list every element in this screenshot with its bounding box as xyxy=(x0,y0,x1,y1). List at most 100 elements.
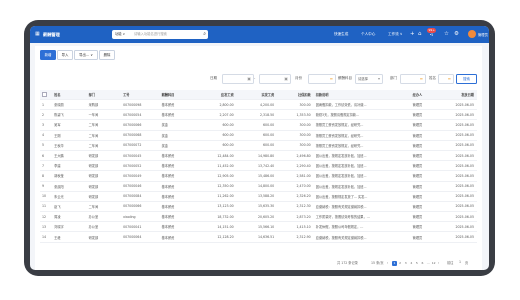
row-index: 5 xyxy=(40,140,53,151)
page-size-select[interactable]: 15 条/页 xyxy=(371,260,384,265)
select-all-checkbox[interactable] xyxy=(40,90,53,100)
checkbox[interactable] xyxy=(42,91,47,97)
table-cell: 007000064 xyxy=(121,231,160,243)
column-header[interactable]: 扣款说明 xyxy=(313,90,381,100)
avatar[interactable] xyxy=(468,30,476,38)
table-cell: 奖金 xyxy=(159,130,199,141)
salary-type-select[interactable]: 请选择 ▾ xyxy=(355,74,383,84)
chevron-down-icon: ▾ xyxy=(377,76,380,81)
table-row[interactable]: 12 周凌 办公室 xiaoling 基本薪资 18,732.00 20,605.20 2,8… xyxy=(40,211,477,223)
table-row[interactable]: 5 王秋华 二车间 007000072 奖金 600.00 600.00 300.00 按照员工… xyxy=(40,140,477,151)
page-number-button[interactable]: 2 xyxy=(398,261,403,266)
table-cell: 研发部 xyxy=(86,170,122,182)
column-header[interactable]: 应发工资 xyxy=(198,90,237,100)
page-number-button[interactable]: 4 xyxy=(409,261,414,266)
page-number-button[interactable]: … xyxy=(426,261,431,266)
table-cell: 13,123.00 xyxy=(198,201,237,213)
table-row[interactable]: 9 张晨阳 研发部 007000046 基本薪资 12,350.00 14,800.00 2,… xyxy=(40,181,477,192)
table-cell: 2,326.20 xyxy=(277,191,314,202)
search-icon[interactable]: ⌕ xyxy=(203,31,206,38)
calendar-icon[interactable]: ▣ xyxy=(284,75,288,83)
column-header[interactable]: 发放日期 xyxy=(425,90,477,100)
new-button[interactable]: 新增 xyxy=(40,50,56,60)
table-cell: 20,605.20 xyxy=(236,211,278,223)
table-row[interactable]: 3 吴军 二车间 007000066 奖金 600.00 600.00 300.00 按照员工薪… xyxy=(40,119,477,131)
search-scope-select[interactable]: 功能 ∨ xyxy=(113,31,127,38)
name-input[interactable]: ≡ xyxy=(438,74,454,84)
workflow-menu[interactable]: 工作流 ∨ xyxy=(388,32,403,37)
calendar-icon[interactable]: ▣ xyxy=(247,75,251,83)
total-records: 共 172 条记录 xyxy=(337,261,358,265)
personal-center-link[interactable]: 个人中心 xyxy=(361,32,375,37)
add-icon[interactable]: + xyxy=(410,30,415,38)
chevron-right-icon[interactable]: › xyxy=(438,261,439,265)
page-number-button[interactable]: 12 xyxy=(431,261,436,266)
export-button[interactable]: 导出… ∨ xyxy=(74,50,98,60)
table-cell: 600.00 xyxy=(236,130,278,141)
row-index: 10 xyxy=(40,191,53,202)
column-header[interactable]: 部门 xyxy=(86,90,122,100)
table-row[interactable]: 11 赵飞 二车间 007000066 基本薪资 13,123.00 15,635.30 2,… xyxy=(40,201,477,213)
table-row[interactable]: 1 张晓丽 采购部 007000098 基本薪资 2,800.00 4,200.00 300.… xyxy=(40,99,477,111)
search-button[interactable]: 搜索 xyxy=(456,74,477,84)
list-icon[interactable]: ≡ xyxy=(330,75,333,83)
list-icon[interactable]: ≡ xyxy=(420,75,423,83)
table-cell: 2025-06-05 xyxy=(425,140,477,151)
page-number-button[interactable]: 3 xyxy=(403,261,408,266)
table-cell: 2,581.00 xyxy=(277,170,314,182)
date-start-input[interactable]: ▣ xyxy=(222,74,254,84)
table-cell: xiaoling xyxy=(121,211,160,223)
table-row[interactable]: 14 王峰 研发部 007000064 基本薪资 12,128.20 14,636.51 2,… xyxy=(40,231,477,243)
table-cell: 300.00 xyxy=(277,119,314,131)
home-icon[interactable]: ⌂ xyxy=(418,30,422,38)
chevron-left-icon[interactable]: ‹ xyxy=(387,261,388,265)
table-row[interactable]: 10 朱云光 研发部 007000084 基本薪资 11,262.00 13,588.20 2… xyxy=(40,191,477,202)
table-cell: 2025-06-05 xyxy=(425,150,477,162)
name-label: 姓名 xyxy=(429,76,436,80)
goto-page-input[interactable]: 1 xyxy=(459,260,461,264)
table-cell: 张晨阳 xyxy=(52,181,87,192)
table-cell: 600.00 xyxy=(236,140,278,151)
column-header[interactable]: 实发工资 xyxy=(236,90,278,100)
table-cell: 600.00 xyxy=(198,140,237,151)
list-icon[interactable]: ≡ xyxy=(448,75,451,83)
date-end-input[interactable]: ▣ xyxy=(259,74,291,84)
row-index: 9 xyxy=(40,181,53,192)
user-name[interactable]: 管理员 xyxy=(478,32,488,37)
table-cell: 一车间 xyxy=(86,109,122,121)
settings-icon[interactable]: ⚙ xyxy=(454,30,459,38)
table-header-row: 姓名 部门 工号 薪酬科目 应发工资 实发工资 社保扣款 扣款说明 经办人 发放… xyxy=(40,90,477,100)
table-cell: 2025-06-05 xyxy=(425,160,477,172)
table-row[interactable]: 4 王刚 二车间 007000068 奖金 600.00 600.00 300.00 按照员工薪… xyxy=(40,130,477,141)
row-index: 7 xyxy=(40,160,53,172)
table-cell: 2025-06-05 xyxy=(425,211,477,223)
search-input[interactable]: 请输入功能名进行搜索 xyxy=(134,31,167,38)
column-header[interactable]: 经办人 xyxy=(380,90,426,100)
app-grid-icon[interactable]: ▦ xyxy=(35,31,41,37)
global-search[interactable]: 功能 ∨ 请输入功能名进行搜索 ⌕ xyxy=(112,30,208,39)
table-cell: 管理员 xyxy=(380,99,426,111)
column-header[interactable]: 姓名 xyxy=(52,90,87,100)
page-number-button[interactable]: 6 xyxy=(420,261,425,266)
table-row[interactable]: 2 陈碧飞 一车间 007000054 基本薪资 2,207.00 2,318.50 1,35… xyxy=(40,109,477,121)
page-number-button[interactable]: 5 xyxy=(414,261,419,266)
column-header[interactable]: 薪酬科目 xyxy=(159,90,199,100)
table-row[interactable]: 13 刘晓宇 办公室 007000041 基本薪资 14,151.00 15,566.10 1… xyxy=(40,221,477,233)
row-index: 12 xyxy=(40,211,53,223)
page-number-button[interactable]: 1 xyxy=(392,260,397,266)
delete-button[interactable]: 删除 xyxy=(99,50,115,60)
table-cell: 2,800.00 xyxy=(198,99,237,111)
column-header[interactable]: 社保扣款 xyxy=(277,90,314,100)
column-header[interactable]: 工号 xyxy=(121,90,160,100)
table-row[interactable]: 7 李建 研发部 007000052 基本薪资 11,452.00 13,742.40 2,2… xyxy=(40,160,477,172)
salary-type-label: 薪酬科目 xyxy=(338,76,352,80)
import-button[interactable]: 导入 xyxy=(57,50,73,60)
quick-generate-link[interactable]: 快速生成 xyxy=(334,32,348,37)
department-input[interactable]: ≡ xyxy=(400,74,426,84)
table-row[interactable]: 6 王大鹏 研发部 007000045 基本薪资 12,484.00 14,980.80 2,… xyxy=(40,150,477,162)
table-cell: 2025-06-05 xyxy=(425,201,477,213)
star-icon[interactable]: ☆ xyxy=(444,30,449,38)
table-cell: 因公出差，按照规定发放了... 实发... xyxy=(313,191,381,202)
salary-month-input[interactable]: ≡ xyxy=(308,74,336,84)
table-row[interactable]: 8 胡秋莹 研发部 007000049 基本薪资 12,905.00 15,486.00 2,… xyxy=(40,170,477,182)
